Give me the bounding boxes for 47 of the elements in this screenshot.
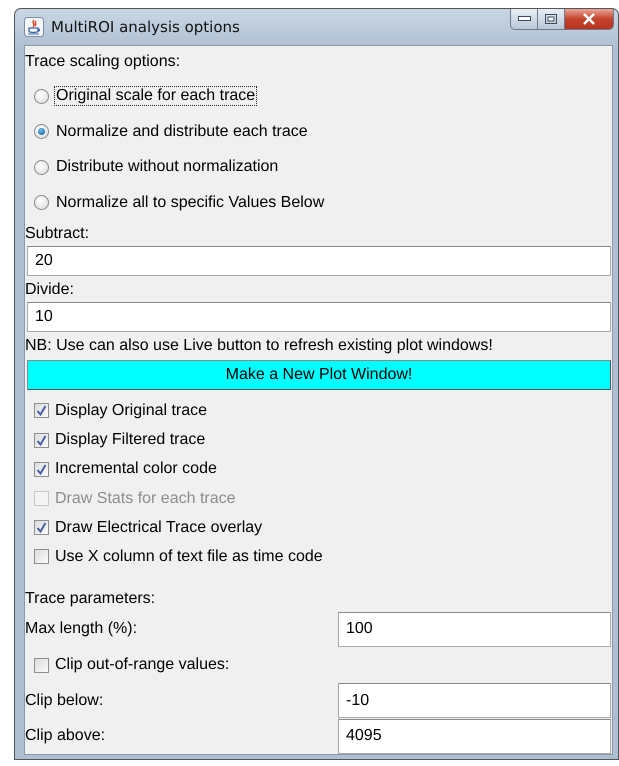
- radio-button[interactable]: [34, 124, 49, 140]
- close-icon: [582, 13, 596, 25]
- checkmark-icon: [36, 464, 47, 475]
- input-field[interactable]: 100: [338, 612, 611, 647]
- field-label: Clip above:: [25, 727, 106, 746]
- checkbox[interactable]: [34, 549, 49, 564]
- field-label: Subtract:: [25, 224, 90, 244]
- note-text: NB: Use can also use Live button to refresh existing plot windows!: [25, 336, 494, 356]
- option-label: Normalize and distribute each trace: [55, 122, 309, 141]
- field-label: Max length (%):: [25, 620, 138, 638]
- input-field[interactable]: 20: [27, 246, 611, 276]
- field-label: Divide:: [25, 280, 75, 300]
- field-label: Clip below:: [25, 692, 104, 710]
- checkbox-label: Display Filtered trace: [55, 431, 206, 450]
- radio-button[interactable]: [34, 88, 49, 104]
- checkbox[interactable]: [34, 658, 49, 672]
- checkbox-label: Clip out-of-range values:: [55, 656, 230, 674]
- option-label: Original scale for each trace: [55, 87, 256, 106]
- section-heading: Trace parameters:: [25, 588, 156, 608]
- input-field[interactable]: 10: [27, 302, 611, 332]
- checkbox[interactable]: [34, 520, 49, 536]
- close-button[interactable]: [565, 9, 613, 29]
- maximize-icon: [545, 14, 557, 24]
- checkmark-icon: [36, 405, 47, 416]
- checkbox-label: Draw Stats for each trace: [55, 490, 236, 508]
- maximize-button[interactable]: [538, 9, 565, 29]
- option-label: Normalize all to specific Values Below: [55, 194, 326, 212]
- section-heading: Trace scaling options:: [25, 52, 182, 72]
- checkmark-icon: [36, 434, 47, 446]
- checkmark-icon: [36, 522, 47, 534]
- window-title: MultiROI analysis options: [51, 18, 240, 36]
- option-label: Distribute without normalization: [55, 158, 280, 176]
- checkbox-label: Use X column of text file as time code: [55, 548, 323, 566]
- minimize-button[interactable]: [511, 9, 538, 29]
- radio-button[interactable]: [34, 160, 49, 175]
- checkbox[interactable]: [34, 462, 49, 477]
- checkbox-label: Display Original trace: [55, 402, 208, 420]
- coffee-cup-icon: [24, 17, 44, 38]
- radio-button[interactable]: [34, 195, 49, 210]
- minimize-icon: [518, 16, 530, 22]
- checkbox-label: Incremental color code: [55, 460, 217, 478]
- input-field[interactable]: 4095: [338, 718, 611, 754]
- plot-window-button[interactable]: Make a New Plot Window!: [27, 360, 611, 390]
- input-field[interactable]: -10: [338, 683, 611, 718]
- checkbox-label: Draw Electrical Trace overlay: [55, 518, 262, 537]
- checkbox[interactable]: [34, 432, 49, 448]
- checkbox[interactable]: [34, 403, 49, 418]
